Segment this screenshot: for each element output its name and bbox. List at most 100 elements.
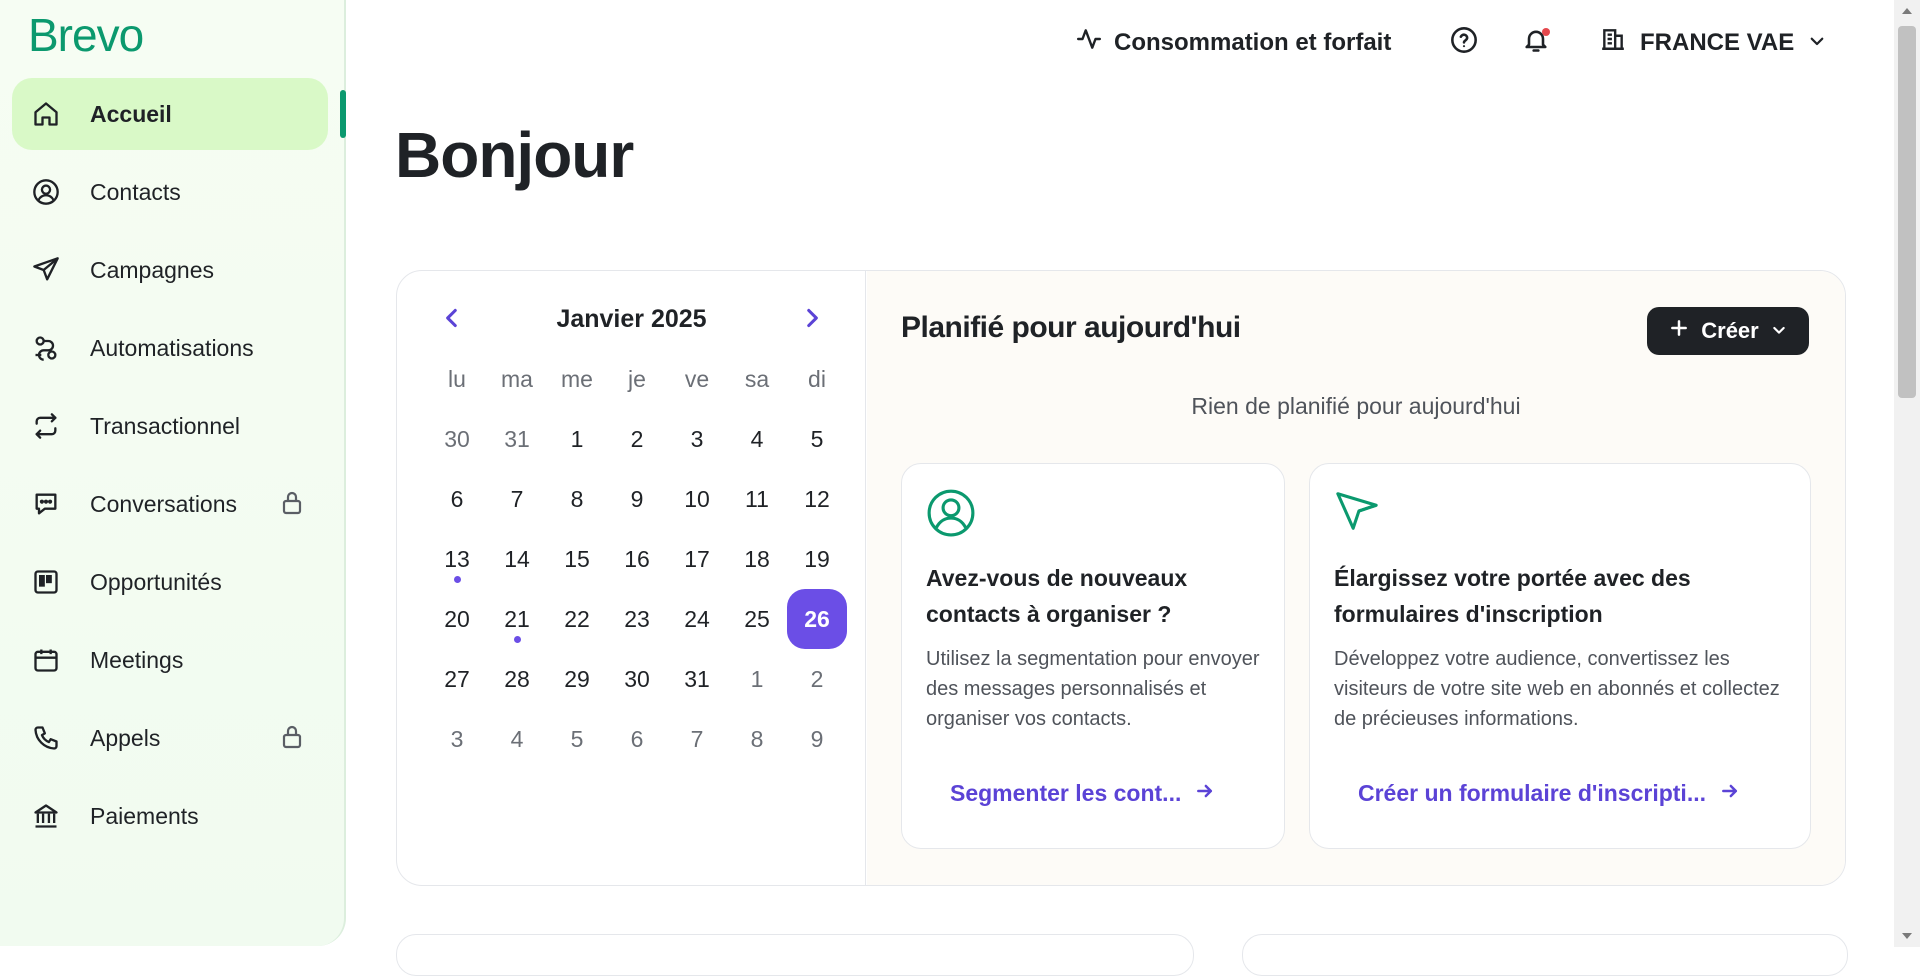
calendar-day[interactable]: 31 [667,649,727,709]
calendar-day-number: 6 [450,485,464,512]
sidebar-item-automatisations[interactable]: Automatisations [12,312,328,384]
calendar-day[interactable]: 23 [607,589,667,649]
calendar-day-number: 8 [570,485,584,512]
chevron-right-icon[interactable] [799,305,825,335]
arrow-right-icon [1720,780,1740,807]
sidebar-item-transactionnel[interactable]: Transactionnel [12,390,328,462]
sidebar-item-accueil[interactable]: Accueil [12,78,328,150]
scroll-up-arrow-icon[interactable] [1902,8,1912,14]
calendar-day[interactable]: 21 [487,589,547,649]
calendar-day[interactable]: 25 [727,589,787,649]
account-switcher[interactable]: FRANCE VAE [1600,26,1826,59]
calendar-day[interactable]: 27 [427,649,487,709]
account-name: FRANCE VAE [1640,28,1795,56]
help-button[interactable] [1450,26,1478,58]
calendar-day[interactable]: 28 [487,649,547,709]
calendar-day[interactable]: 30 [427,409,487,469]
calendar-day[interactable]: 8 [547,469,607,529]
calendar-day-number: 31 [684,665,710,692]
automation-icon [30,332,62,364]
calendar-day-number: 30 [624,665,650,692]
calendar-day[interactable]: 4 [727,409,787,469]
create-button-label: Créer [1701,318,1759,343]
sidebar-item-label: Paiements [90,802,199,829]
scroll-down-arrow-icon[interactable] [1902,933,1912,939]
calendar-day-number: 16 [624,545,650,572]
calendar-day[interactable]: 2 [607,409,667,469]
calendar-day-number: 18 [744,545,770,572]
notifications-button[interactable] [1522,26,1550,58]
signup-forms-card: Élargissez votre portée avec des formula… [1309,463,1811,849]
calendar-day[interactable]: 7 [487,469,547,529]
calendar-day-today[interactable]: 26 [787,589,847,649]
calendar-day[interactable]: 13 [427,529,487,589]
brevo-logo[interactable]: Brevo [28,8,144,62]
calendar-day[interactable]: 29 [547,649,607,709]
calendar-grid: lu ma me je ve sa di 30 31 1 2 3 4 5 6 7 8 9 10 11 12 13 14 15 1… [427,349,847,769]
calendar-day[interactable]: 20 [427,589,487,649]
calendar-day[interactable]: 30 [607,649,667,709]
event-dot [514,636,521,643]
calendar-day[interactable]: 19 [787,529,847,589]
sidebar-item-conversations[interactable]: Conversations [12,468,328,540]
calendar-day[interactable]: 10 [667,469,727,529]
page-title: Bonjour [395,119,634,191]
calendar-day[interactable]: 1 [727,649,787,709]
user-circle-icon [30,176,62,208]
sidebar-item-appels[interactable]: Appels [12,702,328,774]
calendar-day[interactable]: 15 [547,529,607,589]
calendar-day[interactable]: 5 [547,709,607,769]
calendar-day[interactable]: 2 [787,649,847,709]
sidebar-item-campagnes[interactable]: Campagnes [12,234,328,306]
calendar-day[interactable]: 24 [667,589,727,649]
create-button[interactable]: Créer [1647,307,1809,355]
calendar-day[interactable]: 12 [787,469,847,529]
calendar-day[interactable]: 6 [427,469,487,529]
segment-contacts-link[interactable]: Segmenter les cont... [950,780,1215,807]
calendar-day[interactable]: 3 [427,709,487,769]
calendar-day[interactable]: 7 [667,709,727,769]
calendar-week-row: 6 7 8 9 10 11 12 [427,469,847,529]
calendar-day[interactable]: 4 [487,709,547,769]
weekday-label: lu [448,365,466,392]
repeat-icon [30,410,62,442]
calendar-day-number: 7 [690,725,704,752]
calendar-day[interactable]: 22 [547,589,607,649]
help-icon [1450,27,1478,58]
calendar-day[interactable]: 6 [607,709,667,769]
sidebar-item-opportunites[interactable]: Opportunités [12,546,328,618]
calendar-day[interactable]: 14 [487,529,547,589]
calendar-day[interactable]: 16 [607,529,667,589]
usage-plan-link[interactable]: Consommation et forfait [1076,26,1391,59]
calendar-day-number: 26 [787,589,847,649]
calendar-day[interactable]: 9 [607,469,667,529]
calendar-day[interactable]: 18 [727,529,787,589]
calendar-week-row: 30 31 1 2 3 4 5 [427,409,847,469]
calendar-day[interactable]: 8 [727,709,787,769]
page-scrollbar[interactable] [1894,0,1920,947]
calendar-day[interactable]: 17 [667,529,727,589]
bank-icon [30,800,62,832]
calendar-day[interactable]: 1 [547,409,607,469]
segment-contacts-card: Avez-vous de nouveaux contacts à organis… [901,463,1285,849]
sidebar-item-meetings[interactable]: Meetings [12,624,328,696]
calendar-day-number: 22 [564,605,590,632]
scrollbar-thumb[interactable] [1898,26,1916,398]
calendar-day[interactable]: 31 [487,409,547,469]
calendar-day-number: 30 [444,425,470,452]
calendar-day[interactable]: 5 [787,409,847,469]
lock-icon [280,490,304,520]
calendar-day[interactable]: 3 [667,409,727,469]
sidebar-item-label: Conversations [90,490,238,517]
calendar-day[interactable]: 11 [727,469,787,529]
card-description: Développez votre audience, convertissez … [1334,648,1780,730]
create-form-link[interactable]: Créer un formulaire d'inscripti... [1358,780,1740,807]
weekday-label: di [808,365,826,392]
sidebar-item-label: Automatisations [90,334,254,361]
activity-icon [1076,26,1102,59]
calendar-day-number: 3 [690,425,704,452]
calendar-day-number: 24 [684,605,710,632]
calendar-day[interactable]: 9 [787,709,847,769]
sidebar-item-contacts[interactable]: Contacts [12,156,328,228]
sidebar-item-paiements[interactable]: Paiements [12,780,328,852]
